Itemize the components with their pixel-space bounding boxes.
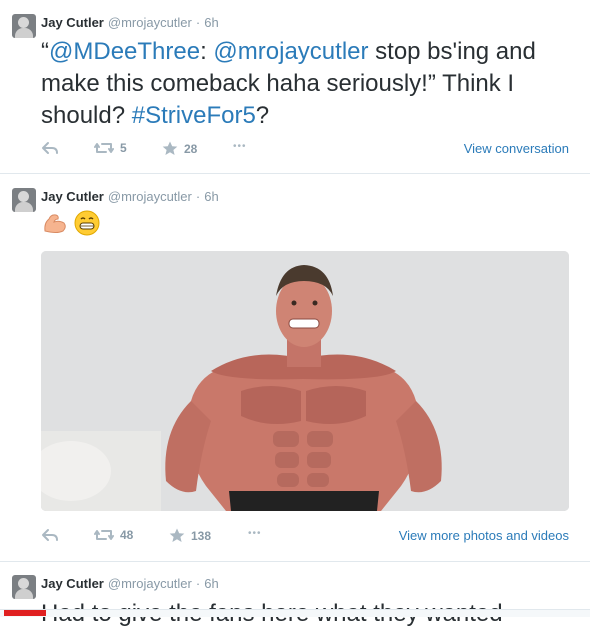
reply-button[interactable] — [41, 528, 59, 542]
favorite-count: 138 — [191, 528, 212, 543]
favorite-count: 28 — [184, 141, 198, 156]
tweet-header: Jay Cutler @mrojaycutler · 6h — [41, 189, 219, 204]
quote-open: “ — [41, 38, 49, 65]
flexed-biceps-icon — [44, 214, 66, 233]
favorite-button[interactable]: 28 — [162, 141, 197, 156]
author-handle[interactable]: @mrojaycutler — [108, 15, 192, 30]
avatar[interactable] — [12, 188, 36, 212]
favorite-button[interactable]: 138 — [169, 528, 211, 543]
divider — [0, 173, 590, 174]
separator-dot: · — [195, 189, 201, 204]
author-name[interactable]: Jay Cutler — [41, 189, 104, 204]
more-button[interactable]: ••• — [233, 141, 247, 152]
author-handle[interactable]: @mrojaycutler — [108, 189, 192, 204]
retweet-button[interactable]: 48 — [94, 528, 133, 542]
retweet-icon — [94, 530, 114, 540]
divider — [0, 561, 590, 562]
text-colon: : — [200, 38, 214, 65]
author-name[interactable]: Jay Cutler — [41, 576, 104, 591]
reply-button[interactable] — [41, 141, 59, 155]
tweet-time[interactable]: 6h — [204, 15, 218, 30]
retweet-icon — [94, 143, 114, 153]
grinning-face-icon — [74, 210, 100, 236]
tweet-photo[interactable] — [41, 251, 569, 511]
view-conversation-link[interactable]: View conversation — [464, 141, 569, 156]
more-icon: ••• — [248, 528, 262, 539]
emoji-row — [41, 209, 101, 237]
tweet-header: Jay Cutler @mrojaycutler · 6h — [41, 576, 219, 591]
author-name[interactable]: Jay Cutler — [41, 15, 104, 30]
reply-icon — [42, 529, 58, 541]
mention-link[interactable]: @MDeeThree — [49, 38, 200, 65]
star-icon — [162, 141, 178, 155]
mention-link[interactable]: @mrojaycutler — [213, 38, 368, 65]
retweet-count: 5 — [120, 141, 127, 155]
tweet-actions: 48 138 ••• View more photos and videos — [41, 528, 569, 548]
text-end: ? — [255, 102, 270, 129]
separator-dot: · — [195, 15, 201, 30]
tweet-time[interactable]: 6h — [204, 576, 218, 591]
tweet-text: “@MDeeThree: @mrojaycutler stop bs'ing a… — [41, 36, 581, 132]
tweet-header: Jay Cutler @mrojaycutler · 6h — [41, 15, 219, 30]
bodybuilder-photo — [41, 251, 569, 511]
view-more-photos-link[interactable]: View more photos and videos — [399, 528, 569, 543]
reply-icon — [42, 142, 58, 154]
star-icon — [169, 528, 185, 542]
author-handle[interactable]: @mrojaycutler — [108, 576, 192, 591]
hashtag-link[interactable]: #StriveFor5 — [132, 102, 256, 129]
tweet-actions: 5 28 ••• View conversation — [41, 141, 569, 161]
tweet-time[interactable]: 6h — [204, 189, 218, 204]
retweet-count: 48 — [120, 528, 134, 542]
more-button[interactable]: ••• — [248, 528, 262, 539]
retweet-button[interactable]: 5 — [94, 141, 127, 155]
red-tab[interactable] — [4, 610, 46, 616]
separator-dot: · — [195, 576, 201, 591]
avatar[interactable] — [12, 14, 36, 38]
avatar[interactable] — [12, 575, 36, 599]
more-icon: ••• — [233, 141, 247, 152]
